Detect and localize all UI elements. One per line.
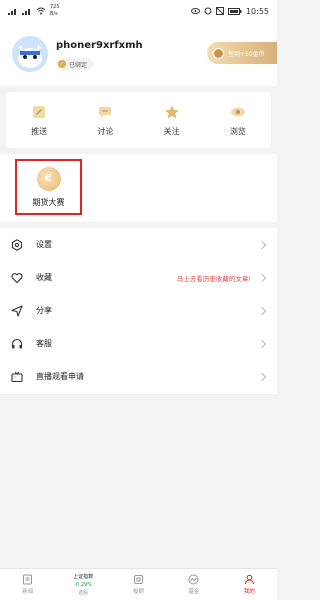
- tab-label: 投顾: [133, 589, 145, 595]
- status-bar: 725 B/s 10:55: [0, 0, 277, 22]
- net-speed-value: 725: [50, 4, 60, 10]
- bottom-nav: 新闻 上证指数 -0.29% 选股 投顾 基金 我的: [0, 568, 277, 600]
- settings-menu: 设置 收藏 马上去看历史收藏的文章! 分享 客服 直播观看申请: [0, 228, 277, 394]
- menu-item-share[interactable]: 分享: [0, 294, 277, 327]
- profile-icon: [244, 574, 254, 585]
- quick-item-push[interactable]: 推送: [6, 92, 72, 148]
- bound-check-icon: ✓: [58, 60, 66, 68]
- eye-comfort-icon: [190, 8, 200, 14]
- net-speed-unit: B/s: [50, 11, 58, 17]
- favorites-hint[interactable]: 马上去看历史收藏的文章!: [177, 273, 251, 283]
- clock: 10:55: [245, 6, 269, 16]
- tab-fund[interactable]: 基金: [166, 569, 221, 600]
- eye-icon: [230, 107, 245, 116]
- wifi-icon: [36, 7, 46, 15]
- advisor-icon: [134, 575, 144, 584]
- quick-item-discussion[interactable]: 讨论: [72, 92, 138, 148]
- menu-item-label: 直播观看申请: [36, 372, 84, 381]
- push-icon: [33, 105, 46, 118]
- headset-icon: [10, 337, 24, 351]
- quick-nav: 推送 讨论 关注 浏览: [6, 92, 271, 148]
- battery-icon: [227, 7, 242, 15]
- chevron-right-icon: [257, 273, 267, 282]
- menu-item-favorites[interactable]: 收藏 马上去看历史收藏的文章!: [0, 261, 277, 294]
- features-section: € 期货大赛: [0, 154, 277, 222]
- cow-avatar-icon: [12, 36, 48, 72]
- tab-mine[interactable]: 我的: [222, 569, 277, 600]
- chevron-right-icon: [257, 240, 267, 249]
- menu-item-label: 收藏: [36, 273, 52, 282]
- avatar[interactable]: [12, 36, 48, 72]
- tv-icon: [10, 370, 24, 384]
- quick-item-label: 浏览: [229, 126, 246, 136]
- tab-label: 我的: [243, 589, 255, 595]
- menu-item-live-request[interactable]: 直播观看申请: [0, 360, 277, 393]
- signin-button[interactable]: 签到+50金币: [207, 42, 277, 64]
- quick-item-label: 关注: [163, 126, 180, 136]
- chevron-right-icon: [257, 306, 267, 315]
- signal-icon: [8, 9, 16, 15]
- status-right: 10:55: [190, 6, 269, 16]
- tab-news[interactable]: 新闻: [0, 569, 55, 600]
- tab-label: 新闻: [22, 589, 34, 595]
- menu-item-customer-service[interactable]: 客服: [0, 327, 277, 360]
- chevron-right-icon: [257, 372, 267, 381]
- status-left: 725 B/s: [8, 4, 60, 18]
- mute-icon: [215, 7, 224, 15]
- chevron-right-icon: [257, 339, 267, 348]
- settings-icon: [10, 238, 24, 252]
- fund-icon: [188, 574, 199, 585]
- tab-label: 基金: [188, 589, 200, 595]
- tab-stock-picking[interactable]: 上证指数 -0.29% 选股: [55, 569, 110, 600]
- index-name: 上证指数: [73, 573, 94, 580]
- futures-contest-label: 期货大赛: [32, 197, 65, 207]
- share-icon: [10, 304, 24, 318]
- news-icon: [23, 574, 33, 585]
- username: phoner9xrfxmh: [56, 40, 143, 51]
- futures-contest-button[interactable]: € 期货大赛: [15, 159, 82, 215]
- signin-label: 签到+50金币: [228, 50, 265, 58]
- tab-advisor[interactable]: 投顾: [111, 569, 166, 600]
- tab-label: 选股: [78, 589, 89, 596]
- signal-icon-2: [22, 9, 30, 15]
- menu-item-label: 设置: [36, 240, 52, 249]
- profile-header: phoner9xrfxmh ✓ 已绑定 签到+50金币: [0, 22, 277, 86]
- star-icon: [164, 105, 179, 118]
- menu-item-label: 分享: [36, 306, 52, 315]
- bound-badge: ✓ 已绑定: [56, 58, 94, 70]
- bound-label: 已绑定: [69, 61, 88, 69]
- discussion-icon: [99, 106, 112, 118]
- net-speed: 725 B/s: [50, 4, 60, 18]
- futures-contest-icon: €: [36, 166, 61, 191]
- menu-item-label: 客服: [36, 339, 52, 348]
- quick-item-label: 讨论: [97, 126, 114, 136]
- menu-item-settings[interactable]: 设置: [0, 228, 277, 261]
- index-change: -0.29%: [74, 581, 92, 588]
- alarm-icon: [204, 7, 212, 15]
- quick-item-label: 推送: [31, 126, 48, 136]
- quick-item-browse[interactable]: 浏览: [205, 92, 271, 148]
- heart-icon: [10, 271, 24, 285]
- quick-item-follow[interactable]: 关注: [139, 92, 205, 148]
- coin-icon: [213, 47, 224, 59]
